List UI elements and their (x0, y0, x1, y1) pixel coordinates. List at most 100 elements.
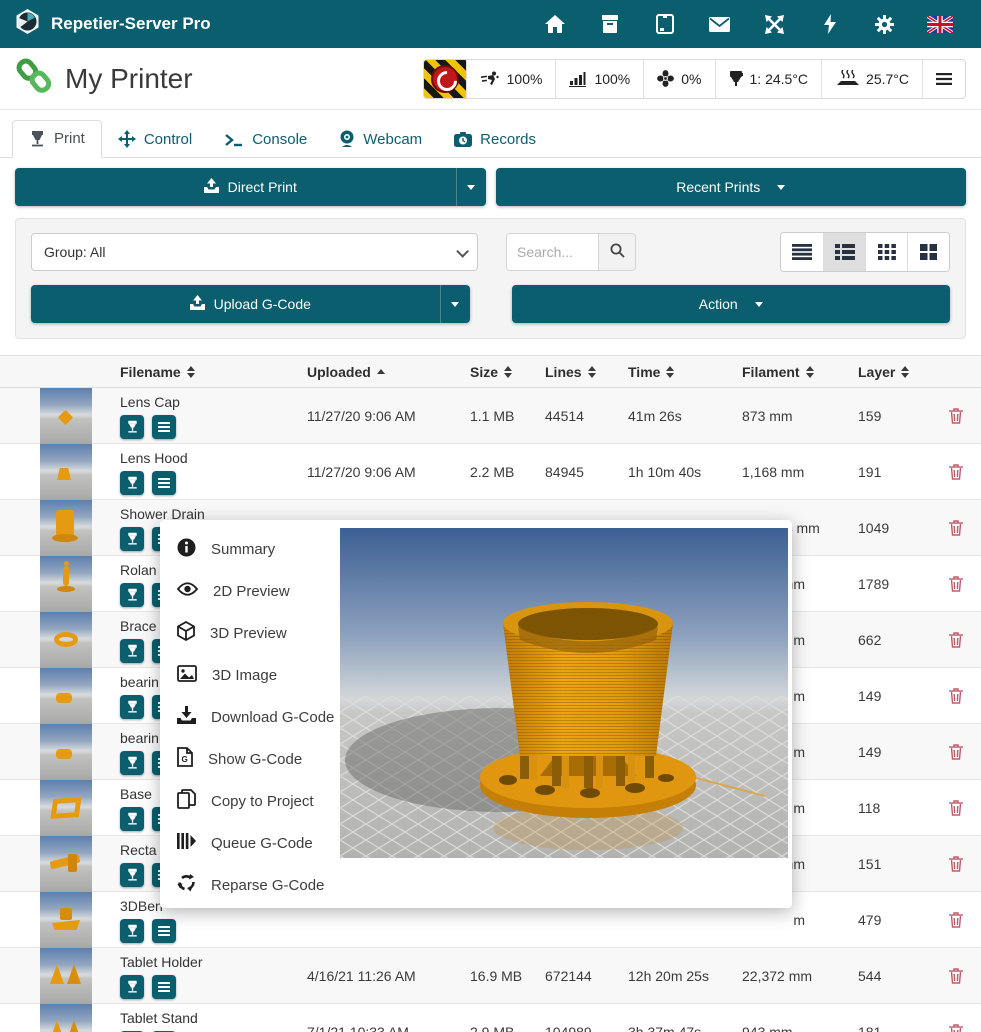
search-button[interactable] (598, 233, 636, 271)
bed-temp[interactable]: 25.7°C (821, 60, 922, 98)
menu-item-copy-to-project[interactable]: Copy to Project (160, 780, 340, 822)
col-filament[interactable]: Filament (742, 364, 858, 380)
delete-button[interactable] (930, 408, 981, 424)
gcode-thumbnail[interactable] (40, 724, 92, 780)
delete-button[interactable] (930, 1024, 981, 1032)
print-button[interactable] (120, 639, 144, 663)
language-flag-icon[interactable] (912, 0, 967, 48)
gcode-thumbnail[interactable] (40, 500, 92, 556)
print-button[interactable] (120, 471, 144, 495)
view-grid-small-button[interactable] (865, 233, 907, 271)
gcode-filename[interactable]: Lens Cap (120, 394, 307, 410)
delete-button[interactable] (930, 968, 981, 984)
direct-print-button[interactable]: Direct Print (15, 168, 486, 206)
menu-item-summary[interactable]: Summary (160, 528, 340, 570)
col-time[interactable]: Time (628, 364, 742, 380)
menu-label: 2D Preview (213, 583, 290, 600)
tab-control-label: Control (144, 131, 192, 148)
row-menu-button[interactable] (152, 919, 176, 943)
upload-gcode-button[interactable]: Upload G-Code (31, 285, 470, 323)
home-icon[interactable] (527, 0, 582, 48)
direct-print-dropdown[interactable] (456, 168, 486, 206)
move-arrows-icon (118, 130, 136, 148)
gcode-thumbnail[interactable] (40, 948, 92, 1004)
row-menu-button[interactable] (152, 975, 176, 999)
gcode-thumbnail[interactable] (40, 780, 92, 836)
delete-button[interactable] (930, 632, 981, 648)
tools-icon[interactable] (747, 0, 802, 48)
tab-webcam[interactable]: Webcam (323, 121, 438, 158)
print-button[interactable] (120, 415, 144, 439)
view-list-button[interactable] (781, 233, 823, 271)
delete-button[interactable] (930, 464, 981, 480)
menu-item-3d-image[interactable]: 3D Image (160, 654, 340, 696)
gcode-filename[interactable]: Lens Hood (120, 450, 307, 466)
delete-button[interactable] (930, 688, 981, 704)
printer-menu-button[interactable] (922, 60, 965, 98)
brand[interactable]: Repetier-Server Pro (14, 8, 211, 40)
gcode-thumbnail[interactable] (40, 892, 92, 948)
row-menu-button[interactable] (152, 415, 176, 439)
delete-button[interactable] (930, 744, 981, 760)
action-button[interactable]: Action (512, 285, 951, 323)
group-select[interactable]: Group: All (31, 233, 478, 271)
menu-item-queue-gcode[interactable]: Queue G-Code (160, 822, 340, 864)
svg-text:G: G (182, 755, 188, 764)
menu-item-show-gcode[interactable]: G Show G-Code (160, 738, 340, 780)
webcam-icon (339, 130, 355, 148)
menu-item-reparse-gcode[interactable]: Reparse G-Code (160, 864, 340, 906)
menu-item-3d-preview[interactable]: 3D Preview (160, 612, 340, 654)
tab-console[interactable]: Console (208, 122, 323, 158)
delete-button[interactable] (930, 800, 981, 816)
delete-button[interactable] (930, 856, 981, 872)
gcode-thumbnail[interactable] (40, 1004, 92, 1032)
col-size[interactable]: Size (470, 364, 545, 380)
print-button[interactable] (120, 807, 144, 831)
speed-status[interactable]: 100% (466, 60, 556, 98)
printer-icon[interactable] (582, 0, 637, 48)
gcode-thumbnail[interactable] (40, 668, 92, 724)
extruder-temp[interactable]: 1: 24.5°C (715, 60, 822, 98)
tab-print[interactable]: Print (12, 120, 102, 158)
tab-records-label: Records (480, 131, 536, 148)
print-button[interactable] (120, 751, 144, 775)
print-button[interactable] (120, 919, 144, 943)
fan-status[interactable]: 0% (643, 60, 714, 98)
power-icon[interactable] (802, 0, 857, 48)
tab-control[interactable]: Control (102, 121, 208, 158)
gcode-thumbnail[interactable] (40, 556, 92, 612)
col-lines[interactable]: Lines (545, 364, 628, 380)
col-uploaded[interactable]: Uploaded (307, 364, 470, 380)
view-grid-large-button[interactable] (907, 233, 949, 271)
gcode-thumbnail[interactable] (40, 612, 92, 668)
messages-icon[interactable] (692, 0, 747, 48)
settings-icon[interactable] (857, 0, 912, 48)
print-button[interactable] (120, 975, 144, 999)
gcode-thumbnail[interactable] (40, 388, 92, 444)
tab-records[interactable]: Records (438, 122, 552, 158)
print-button[interactable] (120, 583, 144, 607)
print-button[interactable] (120, 527, 144, 551)
print-button[interactable] (120, 695, 144, 719)
direct-print-label: Direct Print (228, 179, 297, 195)
delete-button[interactable] (930, 912, 981, 928)
gcode-thumbnail[interactable] (40, 444, 92, 500)
menu-item-2d-preview[interactable]: 2D Preview (160, 570, 340, 612)
gcode-filename[interactable]: Tablet Stand (120, 1010, 307, 1026)
gcode-filename[interactable]: Tablet Holder (120, 954, 307, 970)
view-detail-list-button[interactable] (823, 233, 865, 271)
upload-gcode-dropdown[interactable] (440, 285, 470, 323)
col-layer[interactable]: Layer (858, 364, 930, 380)
delete-button[interactable] (930, 520, 981, 536)
print-button[interactable] (120, 863, 144, 887)
recent-prints-button[interactable]: Recent Prints (496, 168, 967, 206)
flow-status[interactable]: 100% (555, 60, 643, 98)
gcode-thumbnail[interactable] (40, 836, 92, 892)
touchscreen-icon[interactable] (637, 0, 692, 48)
col-filename[interactable]: Filename (120, 364, 307, 380)
delete-button[interactable] (930, 576, 981, 592)
search-input[interactable] (506, 233, 598, 271)
emergency-stop-button[interactable] (424, 60, 466, 98)
menu-item-download-gcode[interactable]: Download G-Code (160, 696, 340, 738)
row-menu-button[interactable] (152, 471, 176, 495)
